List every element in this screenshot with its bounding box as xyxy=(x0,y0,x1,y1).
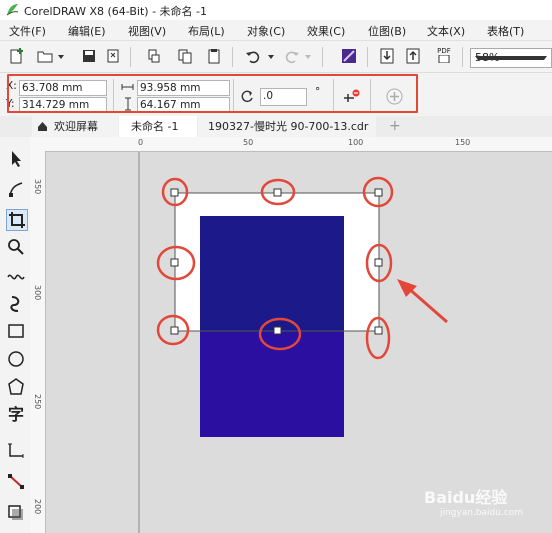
ellipse-tool-icon[interactable] xyxy=(6,349,26,369)
zoom-dropdown-arrow xyxy=(475,56,547,60)
rectangle-tool-icon[interactable] xyxy=(6,321,26,341)
title-bar: CorelDRAW X8 (64-Bit) - 未命名 -1 xyxy=(0,0,552,20)
open-dropdown-arrow[interactable] xyxy=(58,55,64,59)
artistic-media-tool-icon[interactable] xyxy=(6,293,26,313)
drawing-canvas[interactable] xyxy=(46,152,552,533)
parallel-dimension-tool-icon[interactable] xyxy=(6,441,26,461)
tab-document-label: 未命名 -1 xyxy=(131,120,179,133)
save-icon[interactable] xyxy=(80,47,98,65)
tab-document-2-label: 190327-慢时光 90-700-13.cdr xyxy=(208,120,369,133)
export-icon[interactable] xyxy=(404,47,422,65)
toolbar-separator xyxy=(462,47,463,67)
h-ruler-label: 50 xyxy=(243,138,254,147)
close-document-icon[interactable] xyxy=(104,47,122,65)
zoom-level-select[interactable]: 58% xyxy=(470,48,552,68)
h-ruler-label: 0 xyxy=(138,138,144,147)
home-icon xyxy=(38,122,47,131)
connector-tool-icon[interactable] xyxy=(6,471,26,491)
crop-tool-icon[interactable] xyxy=(6,209,28,231)
menu-view[interactable]: 视图(V) xyxy=(128,23,166,39)
watermark-text: Baidu经验 xyxy=(424,488,508,507)
text-tool-icon[interactable]: 字 xyxy=(6,405,26,425)
document-tab-bar: 欢迎屏幕 未命名 -1 190327-慢时光 90-700-13.cdr + xyxy=(0,116,552,138)
toolbar-separator xyxy=(130,47,131,67)
menu-bitmaps[interactable]: 位图(B) xyxy=(368,23,406,39)
cut-icon[interactable] xyxy=(145,47,163,65)
freehand-tool-icon[interactable] xyxy=(6,265,26,285)
property-bar-highlight-box xyxy=(7,74,418,113)
menu-layout[interactable]: 布局(L) xyxy=(188,23,225,39)
window-title: CorelDRAW X8 (64-Bit) - 未命名 -1 xyxy=(24,5,208,18)
menu-object[interactable]: 对象(C) xyxy=(247,23,285,39)
menu-effects[interactable]: 效果(C) xyxy=(307,23,345,39)
pdf-label: PDF xyxy=(437,47,451,55)
menu-bar: 文件(F) 编辑(E) 视图(V) 布局(L) 对象(C) 效果(C) 位图(B… xyxy=(0,20,552,40)
paste-icon[interactable] xyxy=(205,47,223,65)
menu-table[interactable]: 表格(T) xyxy=(487,23,524,39)
h-ruler-label: 100 xyxy=(348,138,364,147)
tab-document-2[interactable]: 190327-慢时光 90-700-13.cdr xyxy=(198,116,376,137)
h-ruler-label: 150 xyxy=(455,138,471,147)
v-ruler-label: 250 xyxy=(33,394,42,410)
shape-tool-icon[interactable] xyxy=(6,179,26,199)
tab-welcome-screen[interactable]: 欢迎屏幕 xyxy=(32,116,118,137)
redo-dropdown-arrow[interactable] xyxy=(305,55,311,59)
horizontal-ruler: 0 50 100 150 xyxy=(30,137,552,152)
tab-document-active[interactable]: 未命名 -1 xyxy=(119,116,197,137)
pick-tool-icon[interactable] xyxy=(6,149,26,169)
polygon-tool-icon[interactable] xyxy=(6,377,26,397)
watermark-subtext: jingyan.baidu.com xyxy=(440,508,524,518)
vertical-ruler: 350 300 250 200 xyxy=(30,151,46,533)
coreldraw-logo-icon xyxy=(6,4,19,16)
zoom-tool-icon[interactable] xyxy=(6,237,26,257)
v-ruler-label: 350 xyxy=(33,179,42,195)
v-ruler-label: 300 xyxy=(33,285,42,301)
new-document-icon[interactable] xyxy=(8,47,26,65)
redo-icon[interactable] xyxy=(283,47,301,65)
tab-welcome-label: 欢迎屏幕 xyxy=(54,120,98,133)
menu-text[interactable]: 文本(X) xyxy=(427,23,465,39)
watermark: Baidu经验 jingyan.baidu.com xyxy=(424,484,550,524)
new-tab-button[interactable]: + xyxy=(389,116,401,137)
publish-pdf-icon[interactable]: PDF xyxy=(432,47,456,65)
undo-dropdown-arrow[interactable] xyxy=(268,55,274,59)
menu-edit[interactable]: 编辑(E) xyxy=(68,23,106,39)
toolbox: 字 xyxy=(0,137,31,533)
search-content-icon[interactable] xyxy=(340,47,358,65)
menu-file[interactable]: 文件(F) xyxy=(9,23,46,39)
undo-icon[interactable] xyxy=(244,47,262,65)
import-icon[interactable] xyxy=(378,47,396,65)
toolbar-separator xyxy=(232,47,233,67)
open-folder-icon[interactable] xyxy=(36,47,54,65)
toolbar-separator xyxy=(367,47,368,67)
pdf-document-glyph xyxy=(438,54,450,64)
drop-shadow-tool-icon[interactable] xyxy=(6,503,26,523)
copy-icon[interactable] xyxy=(176,47,194,65)
v-ruler-label: 200 xyxy=(33,499,42,515)
toolbar-separator xyxy=(322,47,323,67)
